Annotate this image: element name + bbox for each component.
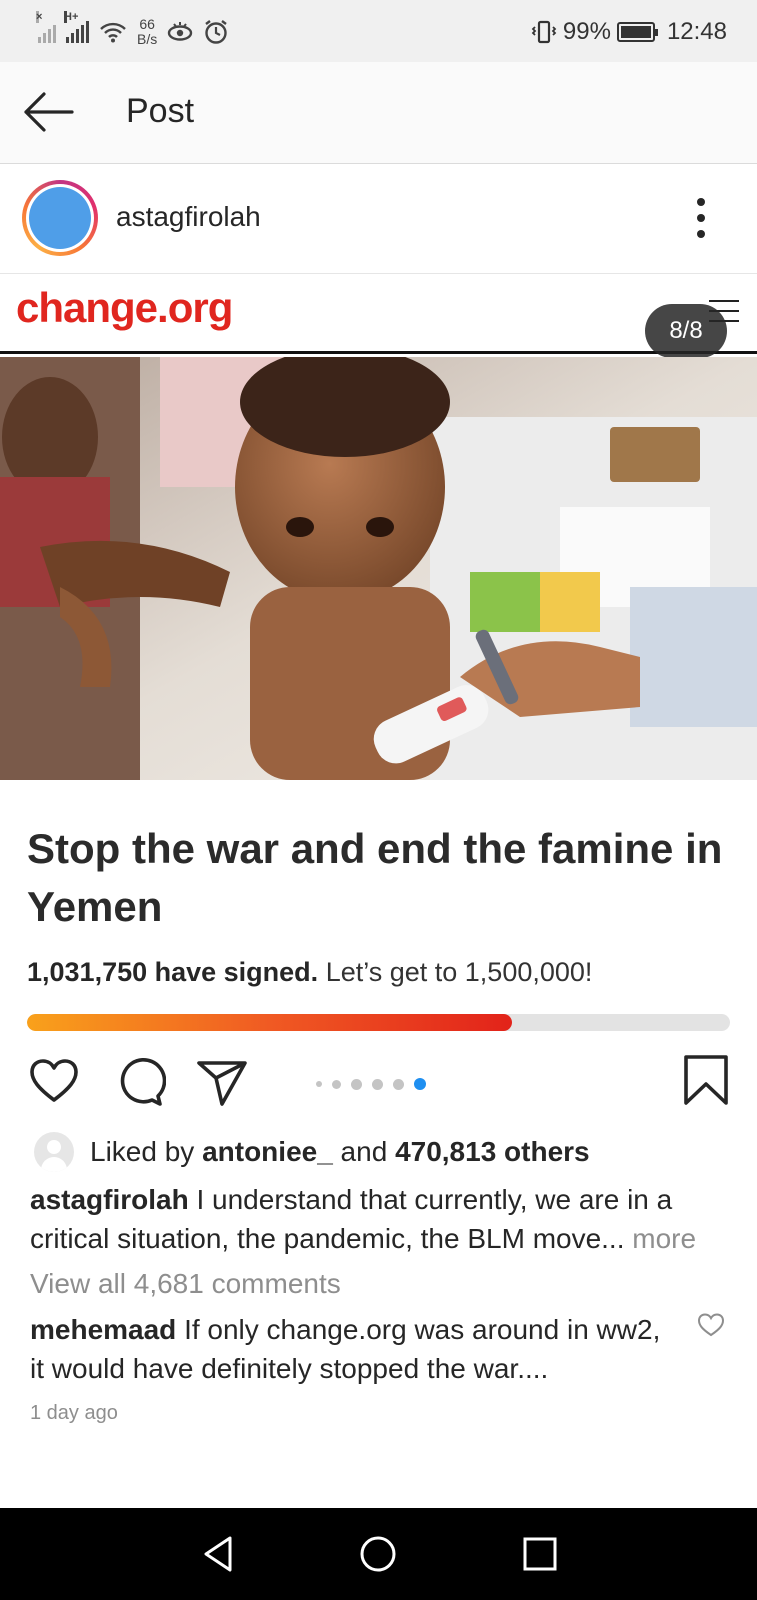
liker-avatar xyxy=(34,1132,74,1172)
change-org-logo: change.org xyxy=(16,284,233,331)
carousel-dot xyxy=(351,1078,362,1090)
arrow-left-icon[interactable] xyxy=(20,86,76,138)
heart-icon[interactable] xyxy=(28,1056,80,1108)
battery-percent: 99% xyxy=(562,18,611,45)
post-caption: astagfirolah I understand that currently… xyxy=(30,1180,730,1258)
author-avatar[interactable] xyxy=(22,180,98,256)
avatar-image xyxy=(29,187,91,249)
post-author-row: astagfirolah xyxy=(0,164,757,274)
carousel-dot xyxy=(332,1079,341,1089)
status-bar-right: 99% 12:48 xyxy=(531,14,727,50)
page-title: Post xyxy=(126,92,195,130)
change-org-header: change.org xyxy=(0,274,757,354)
signature-progress-bar xyxy=(27,1014,730,1031)
comment-heart-icon[interactable] xyxy=(697,1312,725,1338)
net-type-label: H+ xyxy=(64,11,79,23)
liker-username[interactable]: antoniee_ xyxy=(202,1136,333,1167)
likes-prefix: Liked by xyxy=(90,1136,203,1167)
alarm-icon xyxy=(205,20,227,44)
author-username[interactable]: astagfirolah xyxy=(116,201,261,233)
caption-more-link[interactable]: more xyxy=(625,1223,696,1254)
caption-ellipsis: ... xyxy=(601,1223,625,1254)
comment-item: mehemaad If only change.org was around i… xyxy=(30,1310,670,1388)
likes-row[interactable]: Liked by antoniee_ and 470,813 others xyxy=(34,1130,590,1174)
network-speed: 66 B/s xyxy=(137,17,157,47)
clock: 12:48 xyxy=(666,18,727,45)
carousel-dot xyxy=(393,1078,404,1090)
wifi-icon xyxy=(100,22,126,43)
network-speed-unit: B/s xyxy=(137,31,158,47)
nav-back-icon[interactable] xyxy=(198,1532,242,1576)
view-all-comments-link[interactable]: View all 4,681 comments xyxy=(30,1268,341,1300)
signature-progress-fill xyxy=(27,1014,513,1031)
nav-recents-icon[interactable] xyxy=(518,1532,562,1576)
comment-icon[interactable] xyxy=(114,1056,166,1108)
post-timestamp: 1 day ago xyxy=(30,1402,118,1424)
sim-signal-icon: × xyxy=(36,11,56,43)
carousel-dot xyxy=(414,1078,426,1090)
signature-count: 1,031,750 have signed. Let’s get to 1,50… xyxy=(27,957,592,988)
network-speed-value: 66 xyxy=(139,16,155,32)
likes-others[interactable]: 470,813 others xyxy=(395,1136,590,1167)
petition-photo-illustration xyxy=(0,357,757,780)
carousel-dots xyxy=(316,1078,426,1090)
vertical-dots-icon[interactable] xyxy=(697,198,707,238)
post-actions xyxy=(0,1052,757,1112)
comment-author[interactable]: mehemaad xyxy=(30,1314,176,1345)
petition-title: Stop the war and end the famine in Yemen xyxy=(27,825,723,930)
signed-goal: Let’s get to 1,500,000! xyxy=(318,957,593,987)
petition-photo[interactable] xyxy=(0,357,757,780)
likes-middle: and xyxy=(332,1136,396,1167)
paper-plane-icon[interactable] xyxy=(196,1056,248,1108)
top-header: Post xyxy=(0,62,757,164)
eye-comfort-icon xyxy=(168,22,193,41)
carousel-counter: 8/8 xyxy=(645,304,727,358)
nav-home-icon[interactable] xyxy=(356,1532,400,1576)
system-nav-bar xyxy=(0,1508,757,1600)
signed-count: 1,031,750 have signed. xyxy=(27,957,319,987)
vibrate-icon xyxy=(531,20,557,44)
bookmark-icon[interactable] xyxy=(680,1054,732,1106)
battery-level xyxy=(620,26,651,38)
mobile-signal-icon: H+ xyxy=(64,11,89,43)
carousel-dot xyxy=(372,1078,383,1090)
likes-text: Liked by antoniee_ and 470,813 others xyxy=(90,1136,590,1168)
carousel-dot xyxy=(316,1081,322,1087)
status-bar: × H+ 66 B/s 99% 12:48 xyxy=(0,0,757,62)
status-bar-left: × H+ 66 B/s xyxy=(36,11,229,50)
battery-icon xyxy=(616,22,658,42)
caption-author[interactable]: astagfirolah xyxy=(30,1184,189,1215)
